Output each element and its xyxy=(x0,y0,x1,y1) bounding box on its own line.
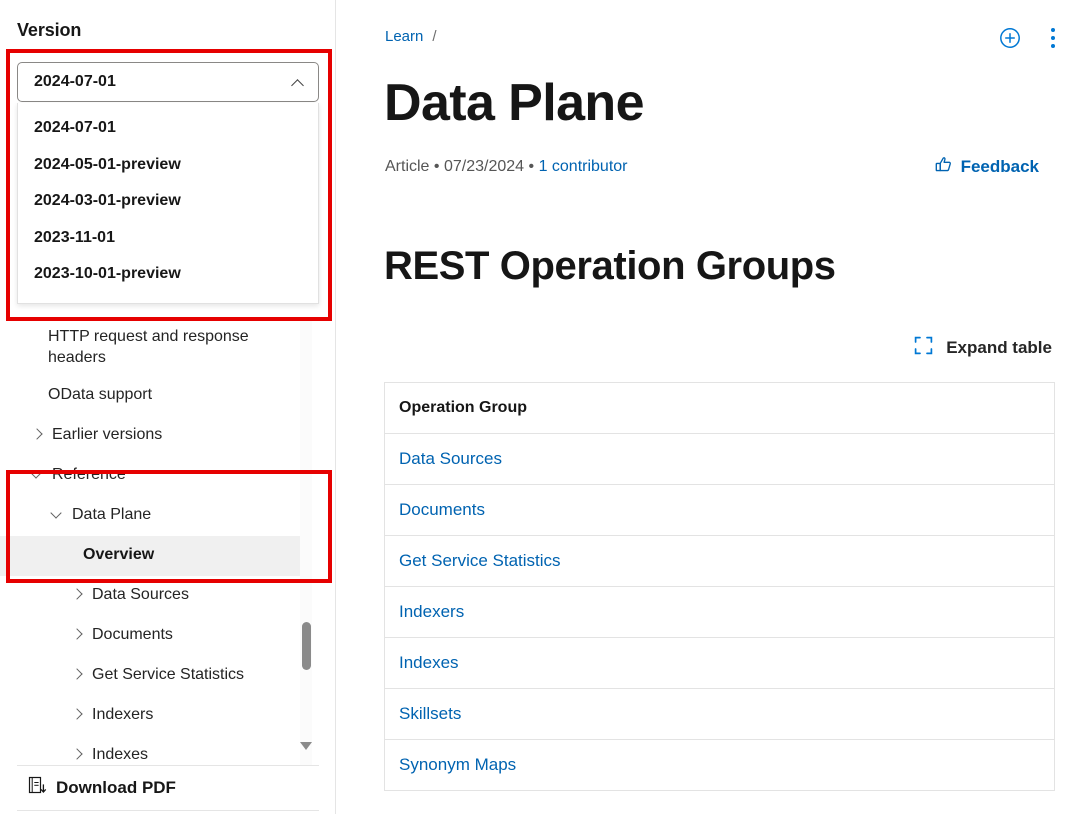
sidebar-scrollbar-track[interactable] xyxy=(300,318,312,766)
chevron-down-icon xyxy=(48,504,68,525)
meta-date: 07/23/2024 xyxy=(443,158,525,175)
meta-contributors-link[interactable]: 1 contributor xyxy=(539,158,628,175)
sidebar-item-label: Indexes xyxy=(92,746,149,763)
chevron-up-icon xyxy=(292,78,306,87)
sidebar-item-get-service-statistics[interactable]: Get Service Statistics xyxy=(0,656,302,696)
version-combobox-value: 2024-07-01 xyxy=(34,73,116,90)
sidebar-item-label: Indexers xyxy=(92,706,154,723)
sidebar-item-label: Earlier versions xyxy=(52,426,163,443)
version-option[interactable]: 2023-10-01-preview xyxy=(18,256,318,293)
sidebar-item-label: Overview xyxy=(83,546,155,563)
operation-groups-table: Operation Group Data Sources Documents Get … xyxy=(384,382,1055,791)
operation-group-link[interactable]: Indexers xyxy=(399,602,464,622)
page-title: Data Plane xyxy=(384,74,645,132)
sidebar-bottom-divider xyxy=(17,810,319,811)
version-dropdown-list[interactable]: 2024-07-01 2024-05-01-preview 2024-03-01-p… xyxy=(17,103,319,304)
table-row: Skillsets xyxy=(385,689,1054,740)
version-option[interactable]: 2024-03-01-preview xyxy=(18,183,318,220)
sidebar-item-indexes[interactable]: Indexes xyxy=(0,736,302,776)
sidebar-item-http-request-and-response-headers[interactable]: HTTP request and response headers xyxy=(0,318,302,376)
sidebar-item-reference[interactable]: Reference xyxy=(0,456,302,496)
kebab-menu-icon[interactable] xyxy=(1047,25,1059,51)
sidebar-item-label: Data Sources xyxy=(92,586,189,603)
sidebar-scroll-down-arrow-icon[interactable] xyxy=(300,740,313,753)
feedback-button[interactable]: Feedback xyxy=(934,155,1039,179)
chevron-right-icon xyxy=(68,664,88,685)
top-actions xyxy=(999,25,1059,51)
expand-table-label: Expand table xyxy=(946,338,1052,357)
article-metadata: Article • 07/23/2024 • 1 contributor xyxy=(385,158,628,176)
chevron-down-icon xyxy=(28,464,48,485)
version-option[interactable]: 2024-05-01-preview xyxy=(18,147,318,184)
section-title: REST Operation Groups xyxy=(384,244,836,288)
meta-type: Article xyxy=(385,158,430,175)
sidebar-item-earlier-versions[interactable]: Earlier versions xyxy=(0,416,302,456)
sidebar-nav-tree: HTTP request and response headers OData s… xyxy=(0,318,302,776)
chevron-right-icon xyxy=(68,624,88,645)
sidebar-item-label: Reference xyxy=(52,466,126,483)
expand-corners-icon xyxy=(914,336,933,360)
version-option[interactable]: 2024-07-01 xyxy=(18,110,318,147)
sidebar-footer-divider xyxy=(17,765,319,766)
meta-dot-2: • xyxy=(528,158,535,175)
operation-group-link[interactable]: Skillsets xyxy=(399,704,461,724)
expand-table-button[interactable]: Expand table xyxy=(914,336,1052,360)
sidebar-item-label: Get Service Statistics xyxy=(92,666,245,683)
thumbs-up-icon xyxy=(934,155,953,179)
operation-group-link[interactable]: Indexes xyxy=(399,653,459,673)
chevron-right-icon xyxy=(68,704,88,725)
meta-dot-1: • xyxy=(433,158,440,175)
version-label: Version xyxy=(17,20,82,40)
version-option[interactable]: 2023-11-01 xyxy=(18,220,318,257)
sidebar-item-label: Data Plane xyxy=(72,506,152,523)
sidebar-item-indexers[interactable]: Indexers xyxy=(0,696,302,736)
page-root: Version 2024-07-01 2024-07-01 2024-05-01-… xyxy=(0,0,1084,814)
chevron-right-icon xyxy=(68,744,88,765)
sidebar-item-documents[interactable]: Documents xyxy=(0,616,302,656)
table-row: Data Sources xyxy=(385,434,1054,485)
download-pdf-label: Download PDF xyxy=(56,778,176,797)
table-row: Indexers xyxy=(385,587,1054,638)
download-pdf-button[interactable]: Download PDF xyxy=(28,776,176,800)
chevron-right-icon xyxy=(68,584,88,605)
table-row: Documents xyxy=(385,485,1054,536)
operation-group-link[interactable]: Documents xyxy=(399,500,485,520)
main-content: Learn / Data Plane Article • 07/23/2024 … xyxy=(336,0,1084,814)
sidebar-item-odata-support[interactable]: OData support xyxy=(0,376,302,416)
sidebar: Version 2024-07-01 2024-07-01 2024-05-01-… xyxy=(0,0,336,814)
operation-group-link[interactable]: Get Service Statistics xyxy=(399,551,561,571)
table-row: Synonym Maps xyxy=(385,740,1054,791)
feedback-label: Feedback xyxy=(960,157,1039,176)
operation-group-link[interactable]: Synonym Maps xyxy=(399,755,516,775)
chevron-right-icon xyxy=(28,424,48,445)
sidebar-scrollbar-thumb[interactable] xyxy=(302,622,311,670)
table-row: Get Service Statistics xyxy=(385,536,1054,587)
table-header-row: Operation Group xyxy=(385,383,1054,434)
operation-group-link[interactable]: Data Sources xyxy=(399,449,502,469)
sidebar-item-label: OData support xyxy=(48,386,153,403)
sidebar-item-data-sources[interactable]: Data Sources xyxy=(0,576,302,616)
sidebar-item-data-plane[interactable]: Data Plane xyxy=(0,496,302,536)
sidebar-item-label: HTTP request and response headers xyxy=(48,328,249,366)
breadcrumb-separator: / xyxy=(432,28,437,45)
table-column-header: Operation Group xyxy=(399,399,527,416)
breadcrumb-learn-link[interactable]: Learn xyxy=(385,28,423,45)
table-row: Indexes xyxy=(385,638,1054,689)
pdf-download-icon xyxy=(28,776,47,800)
sidebar-item-label: Documents xyxy=(92,626,173,643)
sidebar-item-overview[interactable]: Overview xyxy=(0,536,302,576)
version-combobox[interactable]: 2024-07-01 xyxy=(17,62,319,102)
circle-plus-icon[interactable] xyxy=(999,27,1021,49)
breadcrumb: Learn / xyxy=(385,28,437,45)
